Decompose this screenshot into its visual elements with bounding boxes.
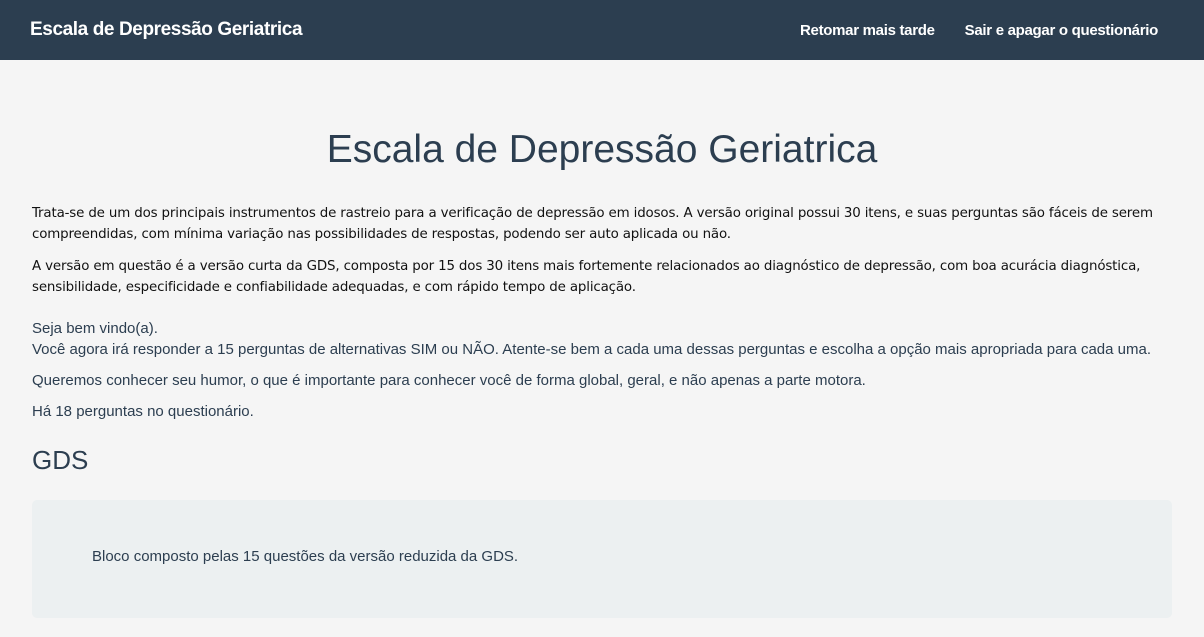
navbar-links: Retomar mais tarde Sair e apagar o quest… — [800, 22, 1158, 39]
top-navbar: Escala de Depressão Geriatrica Retomar m… — [0, 0, 1204, 60]
welcome-greeting: Seja bem vindo(a). — [32, 320, 158, 337]
exit-and-clear-link[interactable]: Sair e apagar o questionário — [965, 22, 1159, 39]
survey-title: Escala de Depressão Geriatrica — [326, 128, 878, 171]
question-count: Há 18 perguntas no questionário. — [32, 403, 254, 420]
group-description: Bloco composto pelas 15 questões da vers… — [92, 548, 519, 565]
group-title: GDS — [32, 445, 89, 475]
navbar-brand[interactable]: Escala de Depressão Geriatrica — [30, 19, 303, 41]
group-description-box: Bloco composto pelas 15 questões da vers… — [32, 500, 1172, 618]
description-paragraph: A versão em questão é a versão curta da … — [32, 259, 1141, 295]
resume-later-link[interactable]: Retomar mais tarde — [800, 22, 935, 39]
welcome-paragraph: Queremos conhecer seu humor, o que é imp… — [32, 372, 866, 389]
welcome-text: Seja bem vindo(a). Você agora irá respon… — [32, 318, 1172, 422]
welcome-paragraph: Você agora irá responder a 15 perguntas … — [32, 341, 1152, 358]
description-paragraph: Trata-se de um dos principais instrument… — [32, 206, 1153, 242]
survey-description: Trata-se de um dos principais instrument… — [32, 203, 1172, 298]
main-content: Escala de Depressão Geriatrica Trata-se … — [0, 60, 1204, 618]
